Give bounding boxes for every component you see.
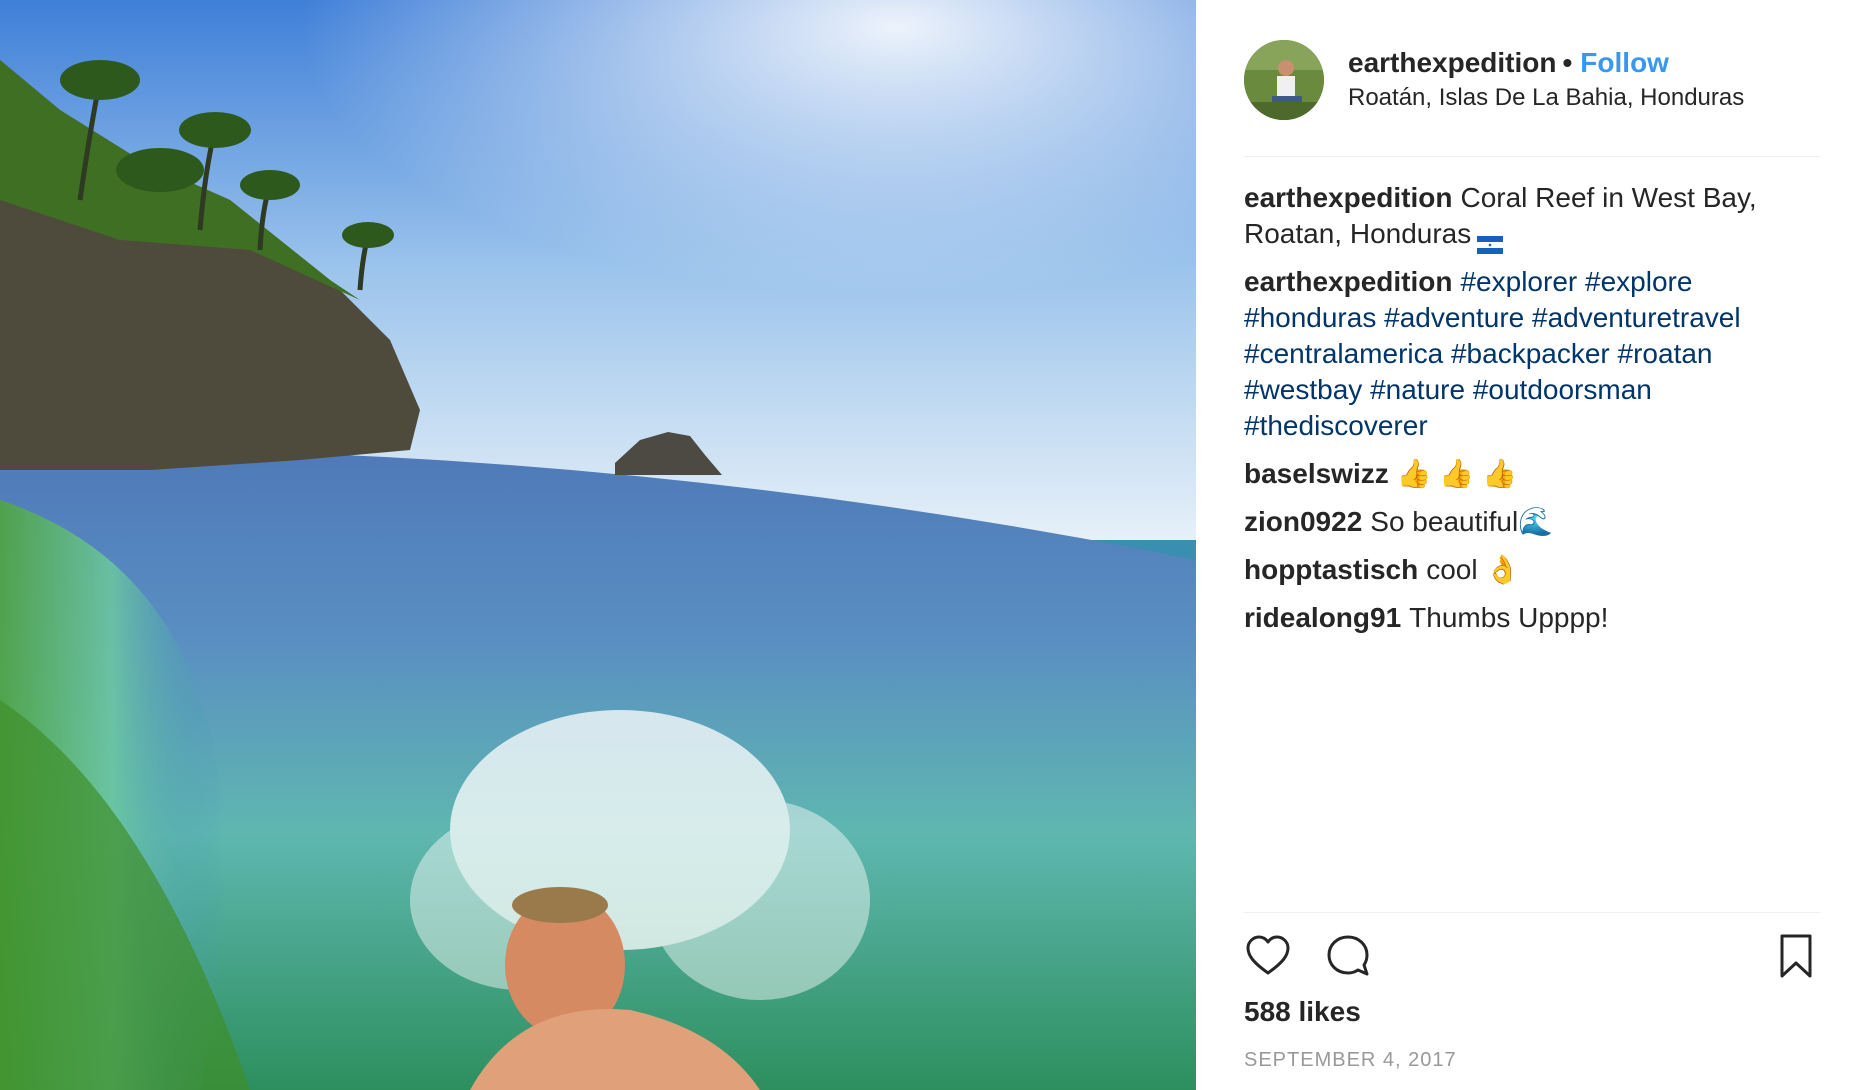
comment: baselswizz 👍 👍 👍 [1244,456,1804,492]
hashtag[interactable]: #adventuretravel [1532,302,1741,333]
follow-button[interactable]: Follow [1580,47,1669,78]
bookmark-icon[interactable] [1772,932,1820,980]
comment-text: 👍 👍 👍 [1396,458,1517,489]
hashtag[interactable]: #centralamerica [1244,338,1443,369]
heart-icon[interactable] [1244,932,1292,980]
avatar[interactable] [1244,40,1324,120]
comment-username[interactable]: baselswizz [1244,458,1389,489]
comments-list: earthexpedition Coral Reef in West Bay, R… [1244,180,1804,648]
caption: earthexpedition Coral Reef in West Bay, R… [1244,180,1804,254]
hashtag[interactable]: #adventure [1384,302,1524,333]
separator-dot: • [1562,47,1573,78]
location-link[interactable]: Roatán, Islas De La Bahia, Honduras [1348,82,1828,114]
username[interactable]: earthexpedition [1348,47,1556,78]
comment-username[interactable]: earthexpedition [1244,182,1452,213]
action-bar [1244,932,1820,982]
comment-text: So beautiful🌊 [1370,506,1554,537]
post-photo[interactable] [0,0,1196,1090]
post-header: earthexpedition • Follow Roatán, Islas De … [1244,40,1820,124]
hashtag[interactable]: #honduras [1244,302,1376,333]
divider [1244,156,1820,157]
comment-username[interactable]: hopptastisch [1244,554,1418,585]
comment-bubble-icon[interactable] [1324,932,1372,980]
comment: zion0922 So beautiful🌊 [1244,504,1804,540]
honduras-flag-icon [1477,227,1504,254]
hashtag[interactable]: #explorer [1460,266,1577,297]
hashtag[interactable]: #nature [1370,374,1465,405]
hashtag[interactable]: #outdoorsman [1473,374,1652,405]
comment: ridealong91 Thumbs Upppp! [1244,600,1804,636]
hashtag[interactable]: #backpacker [1451,338,1610,369]
comment-text: cool 👌 [1426,554,1521,585]
divider [1244,912,1820,913]
hashtag[interactable]: #explore [1585,266,1692,297]
comment-text: Thumbs Upppp! [1409,602,1609,633]
hashtag[interactable]: #westbay [1244,374,1362,405]
hashtag-comment: earthexpedition #explorer #explore #hondu… [1244,264,1804,444]
comment-username[interactable]: ridealong91 [1244,602,1401,633]
post-date[interactable]: SEPTEMBER 4, 2017 [1244,1049,1457,1072]
hashtag[interactable]: #roatan [1618,338,1713,369]
comment-username[interactable]: earthexpedition [1244,266,1452,297]
comment-username[interactable]: zion0922 [1244,506,1362,537]
hashtag[interactable]: #thediscoverer [1244,410,1428,441]
post-sidebar: earthexpedition • Follow Roatán, Islas De … [1196,0,1868,1090]
like-count[interactable]: 588 likes [1244,996,1361,1028]
comment: hopptastisch cool 👌 [1244,552,1804,588]
